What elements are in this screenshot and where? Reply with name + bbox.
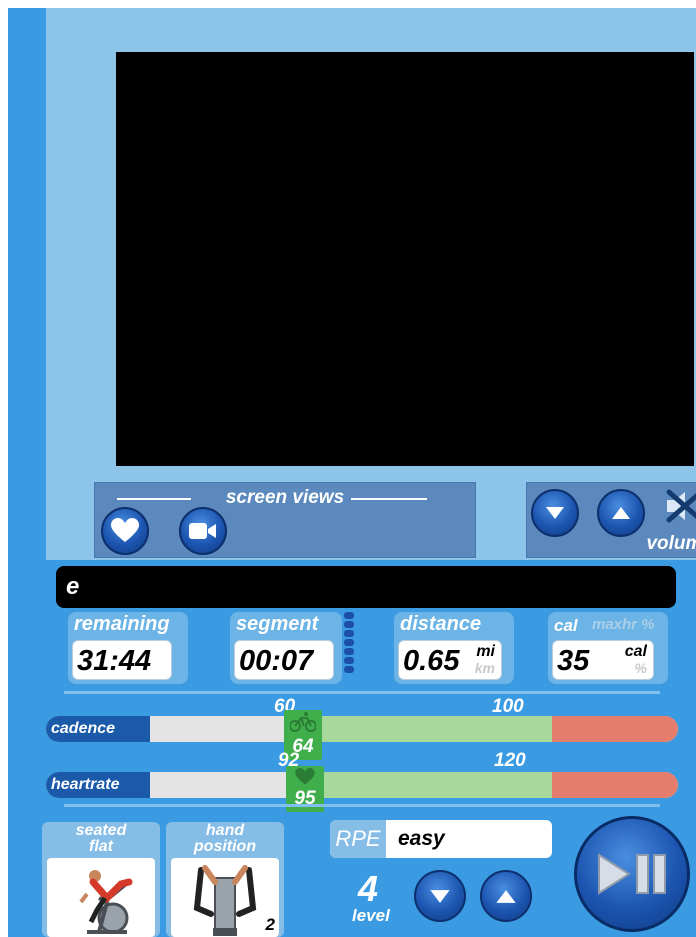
cadence-high-zone [552,716,678,742]
distance-unit-km: km [474,660,495,676]
heart-icon [295,768,315,785]
heartrate-bar: heartrate [46,772,678,798]
calories-stat: cal maxhr % 35 cal % [548,612,668,684]
mute-icon[interactable] [663,489,696,523]
play-pause-button[interactable] [574,816,690,932]
volume-panel: volume [526,482,696,558]
distance-stat: distance 0.65 mi km [394,612,514,684]
remaining-value: 31:44 [77,645,152,677]
remaining-box: 31:44 [72,640,172,680]
seated-rider-image [47,858,155,937]
progress-dot [344,612,354,619]
position-tile-hand-position[interactable]: hand position 2 [166,822,284,937]
divider [64,804,660,807]
triangle-up-icon [612,507,630,519]
remaining-label: remaining [74,613,170,635]
tile-label-line2: flat [89,838,113,855]
handlebar-icon [193,865,257,936]
cadence-high-value: 100 [492,696,524,717]
screen-views-panel: screen views [94,482,476,558]
screen-views-label: screen views [225,487,345,508]
bike-icon [290,712,316,732]
segment-label: segment [236,613,319,635]
rpe-value: easy [398,827,445,850]
progress-dot [344,648,354,655]
app-window: screen views volu e remaining 31:44 segm… [8,8,696,937]
rpe-field[interactable]: RPE easy [330,820,552,858]
calories-label: cal [554,616,578,635]
segment-value: 00:07 [239,645,314,677]
cadence-bar: cadence [46,716,678,742]
progress-dot [344,666,354,673]
volume-label: volume [646,533,696,554]
heartrate-high-zone [552,772,678,798]
progress-dot [344,657,354,664]
camera-icon [189,523,216,539]
distance-unit-mi: mi [476,643,495,660]
calories-value: 35 [557,645,590,677]
volume-up-button[interactable] [597,489,645,537]
divider [64,691,660,694]
rpe-label: RPE [330,820,386,858]
top-panel: screen views volu [46,8,696,560]
progress-dot [344,630,354,637]
segment-stat: segment 00:07 [230,612,342,684]
triangle-down-icon [546,507,564,519]
hand-position-image: 2 [171,858,279,937]
tile-label-line2: position [193,838,257,855]
triangle-up-icon [496,889,516,903]
camera-view-button[interactable] [179,507,227,555]
level-value: 4 [358,868,379,909]
heartrate-target-zone [322,772,552,798]
level-label: level [352,906,390,925]
segment-progress-dots [344,612,354,682]
maxhr-label: maxhr % [592,616,655,633]
heart-view-button[interactable] [101,507,149,555]
distance-value: 0.65 [403,645,460,677]
cadence-target-zone [322,716,552,742]
heartrate-high-value: 120 [494,750,526,771]
tile-label-line1: hand [205,822,245,839]
calories-box[interactable]: 35 cal % [552,640,654,680]
video-screen[interactable] [116,52,694,466]
triangle-down-icon [430,889,450,903]
message-bar: e [56,566,676,608]
distance-label: distance [400,613,482,635]
level-down-button[interactable] [414,870,466,922]
distance-box[interactable]: 0.65 mi km [398,640,502,680]
cyclist-icon [79,870,133,934]
volume-down-button[interactable] [531,489,579,537]
heart-icon [111,518,139,542]
play-pause-icon [598,853,666,895]
progress-dot [344,621,354,628]
segment-box: 00:07 [234,640,334,680]
position-tile-seated-flat[interactable]: seated flat [42,822,160,937]
cadence-label: cadence [46,716,150,742]
heartrate-label: heartrate [46,772,150,798]
calories-unit-cal: cal [624,643,647,660]
level-up-button[interactable] [480,870,532,922]
calories-unit-percent: % [634,660,647,676]
remaining-stat: remaining 31:44 [68,612,188,684]
tile-label-line1: seated [75,822,127,839]
progress-dot [344,639,354,646]
hand-position-number: 2 [265,915,275,934]
